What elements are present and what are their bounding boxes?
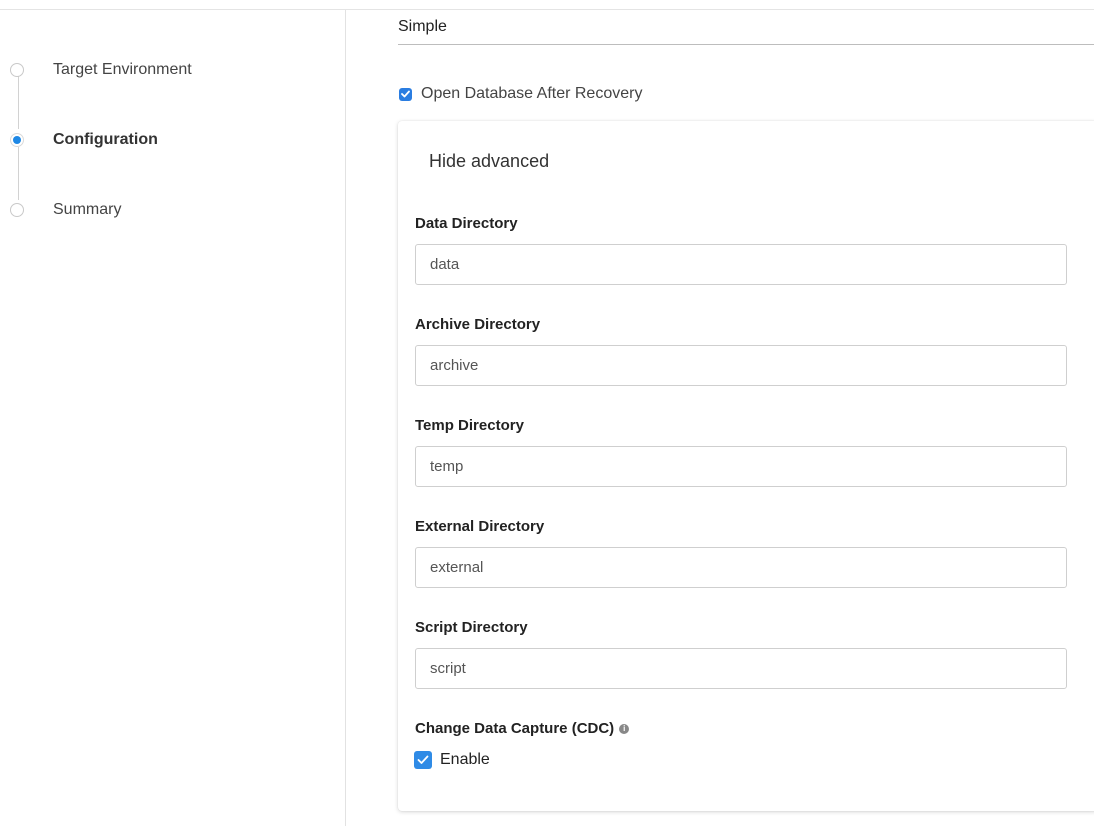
step-circle-icon xyxy=(10,203,24,217)
data-directory-input[interactable] xyxy=(415,244,1067,285)
step-configuration[interactable]: Configuration xyxy=(10,131,158,149)
open-database-option[interactable]: Open Database After Recovery xyxy=(399,85,642,103)
vertical-divider xyxy=(345,10,346,826)
step-connector xyxy=(18,147,19,200)
cdc-label: Change Data Capture (CDC) xyxy=(415,720,615,737)
open-database-label: Open Database After Recovery xyxy=(421,85,643,102)
step-summary[interactable]: Summary xyxy=(10,201,121,219)
external-directory-label: External Directory xyxy=(415,518,545,535)
advanced-panel: Hide advanced Data Directory Archive Dir… xyxy=(398,121,1094,811)
temp-directory-label: Temp Directory xyxy=(415,417,524,434)
step-active-icon xyxy=(10,133,24,147)
external-directory-input[interactable] xyxy=(415,547,1067,588)
cdc-enable-checkbox[interactable] xyxy=(414,751,432,769)
data-directory-label: Data Directory xyxy=(415,215,518,232)
cdc-heading: Change Data Capture (CDC) i xyxy=(415,720,630,737)
temp-directory-input[interactable] xyxy=(415,446,1067,487)
script-directory-label: Script Directory xyxy=(415,619,528,636)
hide-advanced-toggle[interactable]: Hide advanced xyxy=(429,151,549,172)
mode-selector[interactable]: Simple xyxy=(398,18,1094,45)
archive-directory-label: Archive Directory xyxy=(415,316,541,333)
archive-directory-input[interactable] xyxy=(415,345,1067,386)
info-icon[interactable]: i xyxy=(619,723,630,734)
step-label: Configuration xyxy=(53,131,158,148)
cdc-enable-label: Enable xyxy=(440,751,490,768)
mode-label: Simple xyxy=(398,18,447,35)
cdc-enable-option[interactable]: Enable xyxy=(414,751,490,769)
script-directory-input[interactable] xyxy=(415,648,1067,689)
checkmark-icon xyxy=(417,755,429,764)
step-circle-icon xyxy=(10,63,24,77)
open-database-checkbox[interactable] xyxy=(399,87,412,101)
step-label: Target Environment xyxy=(53,61,192,78)
checkmark-icon xyxy=(401,90,410,98)
step-label: Summary xyxy=(53,201,122,218)
step-target-environment[interactable]: Target Environment xyxy=(10,61,192,79)
wizard-stepper: Target Environment Configuration Summary xyxy=(0,0,345,826)
step-connector xyxy=(18,76,19,129)
